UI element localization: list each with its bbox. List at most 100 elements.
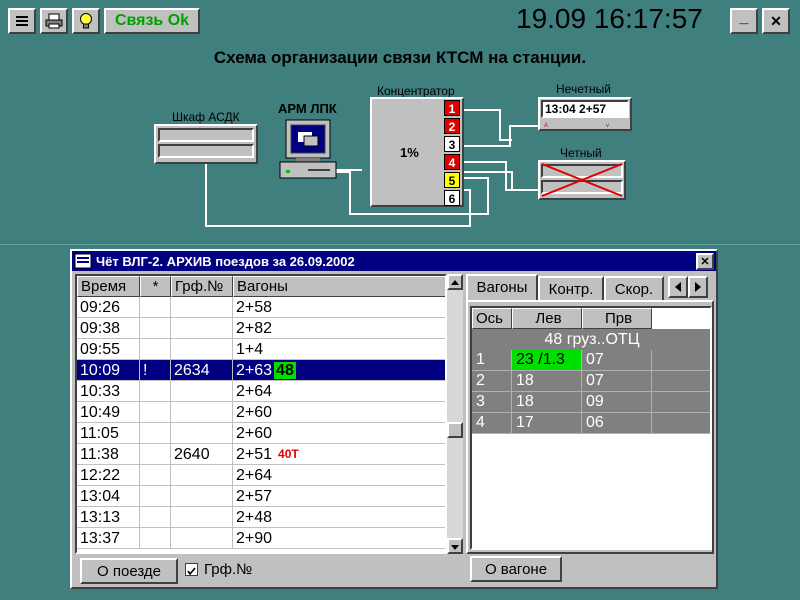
- concentrator-label: Концентратор: [377, 84, 455, 98]
- cell-star: [140, 444, 171, 465]
- arrow-down-icon: [451, 545, 459, 550]
- axle-cell-n: 2: [472, 371, 512, 392]
- table-row[interactable]: 11:38 2640 2+51 40Т: [77, 444, 445, 465]
- cell-time: 10:09: [77, 360, 140, 381]
- window-close-button[interactable]: ✕: [696, 253, 714, 270]
- axle-row[interactable]: 1 23 /1.3 07: [472, 350, 710, 371]
- cell-grf-text: 2634: [174, 362, 210, 379]
- tab-scroll-right[interactable]: [688, 276, 708, 298]
- cell-star: [140, 507, 171, 528]
- wagon-info-button[interactable]: О вагоне: [470, 556, 562, 582]
- table-row[interactable]: 13:13 2+48: [77, 507, 445, 528]
- port-list: 1 2 3 4 5 6: [444, 100, 460, 208]
- cell-time: 09:38: [77, 318, 140, 339]
- tab-scroll-left[interactable]: [668, 276, 688, 298]
- cabinet-asdk[interactable]: [154, 124, 258, 164]
- odd-label: Нечетный: [556, 82, 611, 96]
- concentrator-port[interactable]: 5: [444, 172, 460, 188]
- concentrator-port[interactable]: 3: [444, 136, 460, 152]
- col-header-wagons[interactable]: Вагоны: [233, 276, 445, 297]
- table-row[interactable]: 09:38 2+82: [77, 318, 445, 339]
- grf-checkbox[interactable]: [185, 563, 198, 576]
- close-icon: ✕: [700, 256, 710, 268]
- concentrator-port[interactable]: 6: [444, 190, 460, 206]
- checkmark-icon: [187, 567, 196, 576]
- scroll-down-button[interactable]: [447, 538, 463, 554]
- col-header-flag[interactable]: *: [140, 276, 171, 297]
- svg-text:A: A: [544, 123, 548, 127]
- arrow-right-icon: [695, 282, 701, 292]
- cell-wagons-text: 2+60: [236, 404, 273, 421]
- table-row[interactable]: 10:33 2+64: [77, 381, 445, 402]
- axle-col-header-num[interactable]: Ось: [472, 308, 512, 329]
- cell-grf: [171, 297, 233, 318]
- table-row[interactable]: 09:26 2+58: [77, 297, 445, 318]
- cell-star-text: !: [143, 362, 148, 379]
- scroll-up-button[interactable]: [447, 274, 463, 290]
- app-icon: [74, 253, 92, 269]
- cell-wagons-text: 2+51: [236, 446, 273, 463]
- cell-wagons-text: 2+60: [236, 425, 273, 442]
- cell-grf: 2634: [171, 360, 233, 381]
- axle-cell-right: 07: [582, 371, 652, 392]
- train-info-button[interactable]: О поезде: [80, 558, 178, 584]
- axle-cell-blank: [652, 413, 710, 434]
- table-row[interactable]: 13:04 2+57: [77, 486, 445, 507]
- axle-cell-left: 18: [512, 392, 582, 413]
- cell-time: 11:05: [77, 423, 140, 444]
- disconnected-cross-icon: [541, 163, 623, 197]
- cell-wagons-text: 2+57: [236, 488, 273, 505]
- cell-time: 13:37: [77, 528, 140, 549]
- axle-col-header-left[interactable]: Лев: [512, 308, 582, 329]
- train-scrollbar[interactable]: [447, 274, 463, 554]
- cell-grf: [171, 381, 233, 402]
- tab-speed[interactable]: Скор.: [604, 276, 664, 300]
- concentrator-port[interactable]: 2: [444, 118, 460, 134]
- axle-row[interactable]: 2 18 07: [472, 371, 710, 392]
- computer-icon[interactable]: [278, 118, 340, 182]
- tab-wagons[interactable]: Вагоны: [466, 274, 538, 300]
- cell-time-text: 09:55: [80, 341, 121, 358]
- cell-wagons-text: 2+63: [236, 362, 273, 379]
- archive-titlebar: Чёт ВЛГ-2. АРХИВ поездов за 26.09.2002: [72, 251, 716, 271]
- tab-control[interactable]: Контр.: [538, 276, 604, 300]
- cell-star: [140, 381, 171, 402]
- axle-col-header-right[interactable]: Прв: [582, 308, 652, 329]
- table-row[interactable]: 10:49 2+60: [77, 402, 445, 423]
- axle-cell-blank: [652, 350, 710, 371]
- cell-time: 09:55: [77, 339, 140, 360]
- table-row[interactable]: 09:55 1+4: [77, 339, 445, 360]
- archive-title: Чёт ВЛГ-2. АРХИВ поездов за 26.09.2002: [96, 253, 355, 269]
- cell-time-text: 12:22: [80, 467, 121, 484]
- odd-device[interactable]: 13:04 2+57 Av: [538, 97, 632, 131]
- table-row[interactable]: 13:37 2+90: [77, 528, 445, 549]
- col-header-time[interactable]: Время: [77, 276, 140, 297]
- concentrator-load: 1%: [400, 145, 419, 160]
- separator: [0, 244, 800, 245]
- cell-wagons: 2+64: [233, 381, 445, 402]
- cell-wagons: 2+64: [233, 465, 445, 486]
- even-device[interactable]: [538, 160, 626, 200]
- cell-star: [140, 402, 171, 423]
- table-row[interactable]: 11:05 2+60: [77, 423, 445, 444]
- axle-cell-blank: [652, 392, 710, 413]
- cell-wagons-text: 2+64: [236, 383, 273, 400]
- cell-time: 13:13: [77, 507, 140, 528]
- cell-wagons: 2+60: [233, 423, 445, 444]
- col-header-grf[interactable]: Грф.№: [171, 276, 233, 297]
- table-row[interactable]: 12:22 2+64: [77, 465, 445, 486]
- cell-grf: [171, 486, 233, 507]
- axle-cell-left: 23 /1.3: [512, 350, 582, 371]
- concentrator[interactable]: 1% 1 2 3 4 5 6: [370, 97, 464, 207]
- cell-grf: [171, 318, 233, 339]
- axle-row[interactable]: 3 18 09: [472, 392, 710, 413]
- scroll-thumb[interactable]: [447, 422, 463, 438]
- concentrator-port[interactable]: 4: [444, 154, 460, 170]
- concentrator-port[interactable]: 1: [444, 100, 460, 116]
- cell-time-text: 11:38: [80, 446, 119, 463]
- table-row[interactable]: 10:09! 2634 2+63 48: [77, 360, 445, 381]
- axle-cell-n: 4: [472, 413, 512, 434]
- cell-wagons-text: 2+90: [236, 530, 273, 547]
- odd-indicator-icon: Av: [544, 123, 609, 127]
- axle-row[interactable]: 4 17 06: [472, 413, 710, 434]
